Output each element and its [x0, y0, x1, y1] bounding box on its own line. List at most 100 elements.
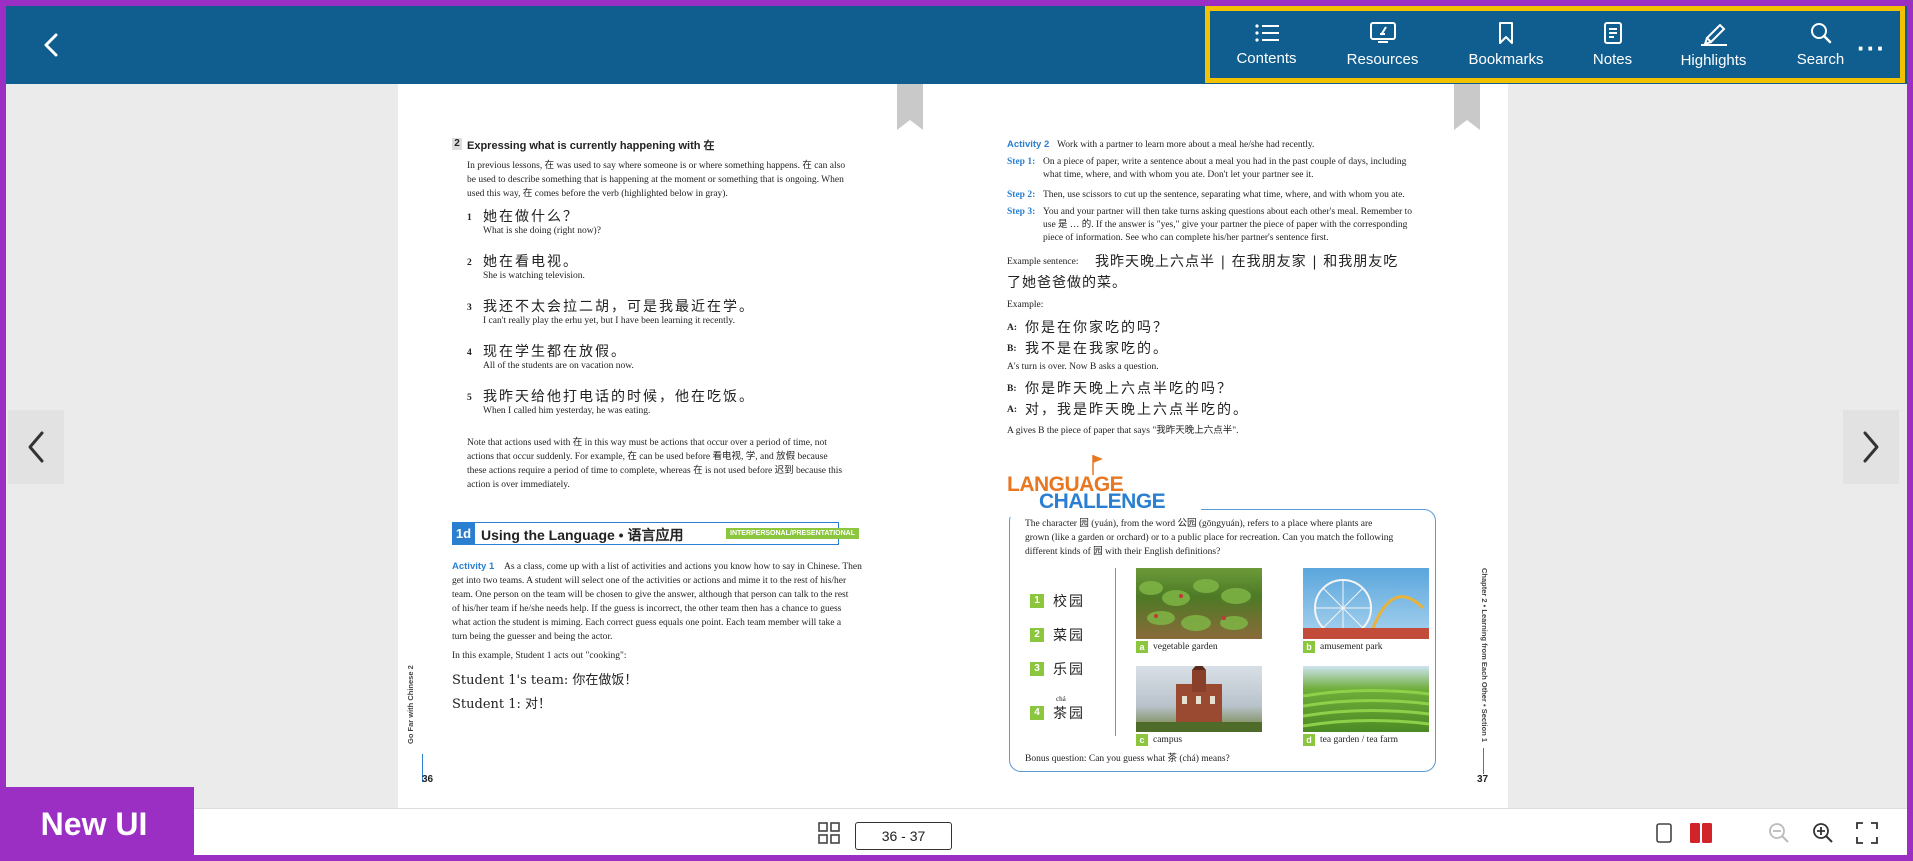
example-number: 3: [467, 303, 472, 313]
section-1d-number: 1d: [452, 522, 475, 545]
new-ui-badge: New UI: [0, 787, 194, 861]
single-page-view-button[interactable]: [1656, 823, 1672, 848]
example-sentence: 了她爸爸做的菜。: [1007, 275, 1127, 291]
more-options-button[interactable]: ···: [1857, 35, 1886, 61]
campus-photo: [1136, 662, 1262, 732]
section-heading: Expressing what is currently happening w…: [467, 140, 715, 152]
left-page: 2 Expressing what is currently happening…: [398, 84, 953, 811]
resources-label: Resources: [1346, 51, 1419, 68]
activity-2-text: Work with a partner to learn more about …: [1057, 140, 1315, 150]
dialog-line: 你是在你家吃的吗？: [1025, 320, 1169, 336]
word-number: 3: [1030, 662, 1044, 676]
example-number: 5: [467, 393, 472, 403]
intro-line: be used to describe something that is ha…: [467, 175, 844, 185]
step-label: Step 1:: [1007, 157, 1036, 167]
note-line: action is over immediately.: [467, 480, 570, 490]
example-chinese: 我昨天给他打电话的时候，他在吃饭。: [483, 389, 755, 405]
page-number-right: 37: [1477, 774, 1489, 785]
speaker: A:: [1007, 323, 1018, 333]
picture-letter: a: [1136, 641, 1148, 653]
vegetable-garden-photo: [1136, 568, 1262, 639]
double-page-icon: [1690, 823, 1712, 843]
example-english: All of the students are on vacation now.: [483, 361, 634, 371]
fullscreen-button[interactable]: [1856, 822, 1878, 849]
page-number-left: 36: [422, 774, 434, 785]
step-text: use 是 … 的. If the answer is "yes," give …: [1043, 220, 1408, 230]
right-page: Activity 2 Work with a partner to learn …: [953, 84, 1508, 811]
dialog-line: 对，我是昨天晚上六点半吃的。: [1025, 402, 1249, 418]
section-1d-title: Using the Language • 语言应用: [481, 527, 684, 543]
highlights-label: Highlights: [1680, 52, 1747, 69]
picture-label: tea garden / tea farm: [1320, 735, 1399, 745]
word-chinese: 茶园: [1053, 706, 1085, 722]
gives-note: A gives B the piece of paper that says "…: [1007, 426, 1239, 436]
resources-button[interactable]: Resources: [1323, 11, 1442, 78]
dialog-line: 你是昨天晚上六点半吃的吗？: [1025, 381, 1233, 397]
double-page-view-button[interactable]: [1690, 823, 1712, 848]
step-text: what time, where, and with whom you ate.…: [1043, 170, 1314, 180]
chevron-left-icon: [28, 431, 44, 463]
example-sentence: 我昨天晚上六点半 | 在我朋友家 | 和我朋友吃: [1095, 254, 1399, 270]
example-label: Example:: [1007, 300, 1044, 310]
zoom-in-icon: [1813, 823, 1833, 843]
activity-1-line: of his/her team if he/she needs help. If…: [452, 604, 842, 614]
activity-1-line: what action the student is miming. Each …: [452, 618, 842, 628]
search-button[interactable]: Search: [1772, 11, 1869, 78]
intro-line: In previous lessons, 在 was used to say w…: [467, 161, 846, 171]
example-number: 4: [467, 348, 472, 358]
zoom-in-button[interactable]: [1812, 822, 1834, 849]
bonus-question: Bonus question: Can you guess what 茶 (ch…: [1025, 754, 1230, 764]
picture-letter: c: [1136, 734, 1148, 746]
page-bookmark-ribbon[interactable]: [897, 84, 923, 130]
chevron-right-icon: [1863, 431, 1879, 463]
example-english: When I called him yesterday, he was eati…: [483, 406, 651, 416]
bookmarks-button[interactable]: Bookmarks: [1442, 11, 1570, 78]
speaker: B:: [1007, 384, 1017, 394]
thumbnails-button[interactable]: [818, 822, 840, 849]
example-english: I can't really play the erhu yet, but I …: [483, 316, 735, 326]
bookmarks-label: Bookmarks: [1468, 51, 1544, 68]
side-chapter-title: Chapter 2 • Learning from Each Other • S…: [1480, 568, 1489, 743]
notes-icon: [1603, 22, 1622, 44]
step-label: Step 2:: [1007, 190, 1036, 200]
previous-page-button[interactable]: [8, 410, 64, 484]
note-line: these actions require a period of time t…: [467, 466, 843, 476]
word-number: 1: [1030, 594, 1044, 608]
side-book-title: Go Far with Chinese 2: [406, 665, 415, 744]
step-label: Step 3:: [1007, 207, 1036, 217]
step-text: piece of information. See who can comple…: [1043, 233, 1329, 243]
page-bookmark-ribbon[interactable]: [1454, 84, 1480, 130]
grid-icon: [818, 822, 840, 844]
note-line: Note that actions used with 在 in this wa…: [467, 438, 827, 448]
zoom-out-button[interactable]: [1768, 822, 1790, 849]
turn-note: A's turn is over. Now B asks a question.: [1007, 362, 1159, 372]
back-button[interactable]: [34, 28, 68, 62]
search-icon: [1810, 23, 1831, 44]
contents-button[interactable]: Contents: [1210, 11, 1323, 78]
word-pinyin: chá: [1056, 695, 1066, 703]
picture-letter: d: [1303, 734, 1315, 746]
picture-letter: b: [1303, 641, 1315, 653]
contents-icon: [1254, 24, 1279, 42]
challenge-intro: grown (like a garden or orchard) or to a…: [1025, 533, 1394, 543]
highlight-pen-icon: [1700, 23, 1727, 46]
activity-1-line: turn being the guesser and being the act…: [452, 632, 613, 642]
challenge-intro: different kinds of 园 with their English …: [1025, 547, 1221, 557]
single-page-icon: [1656, 823, 1672, 843]
flag-icon: [1092, 455, 1103, 475]
reader-tools: Contents Resources Bookmarks Notes Highl…: [1205, 6, 1905, 83]
bottom-bar: 36 - 37: [6, 808, 1907, 855]
notes-button[interactable]: Notes: [1570, 11, 1655, 78]
example-number: 2: [467, 258, 472, 268]
step-text: On a piece of paper, write a sentence ab…: [1043, 157, 1407, 167]
next-page-button[interactable]: [1843, 410, 1899, 484]
highlights-button[interactable]: Highlights: [1655, 11, 1772, 78]
mode-tag: INTERPERSONAL/PRESENTATIONAL: [726, 528, 859, 539]
example-english: What is she doing (right now)?: [483, 226, 601, 236]
challenge-intro: The character 园 (yuán), from the word 公园…: [1025, 519, 1373, 529]
example-intro: In this example, Student 1 acts out "coo…: [452, 651, 627, 661]
speaker: A:: [1007, 405, 1018, 415]
step-text: Then, use scissors to cut up the sentenc…: [1043, 190, 1405, 200]
page-range-field[interactable]: 36 - 37: [855, 822, 952, 850]
intro-line: used this way, 在 comes before the verb (…: [467, 189, 728, 199]
